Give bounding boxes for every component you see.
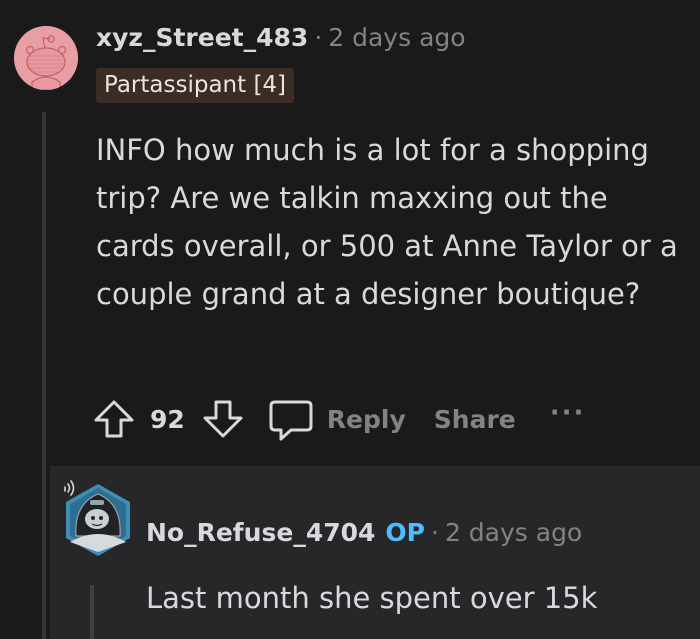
avatar[interactable] (14, 26, 78, 90)
user-flair: Partassipant [4] (96, 68, 295, 103)
vote-score: 92 (150, 404, 185, 434)
downvote-button[interactable] (201, 397, 245, 441)
timestamp[interactable]: 2 days ago (445, 518, 582, 547)
reply-button[interactable]: Reply (267, 397, 406, 441)
arrow-up-icon (94, 400, 134, 438)
snoo-avatar-icon (14, 26, 78, 90)
username-link[interactable]: No_Refuse_4704 (146, 518, 375, 547)
reply-thread-line[interactable] (90, 585, 94, 639)
timestamp[interactable]: 2 days ago (328, 23, 465, 52)
more-options-button[interactable]: ··· (550, 398, 586, 428)
upvote-button[interactable] (92, 397, 136, 441)
thread-line[interactable] (42, 112, 46, 639)
share-button[interactable]: Share (434, 405, 516, 434)
snoo-hooded-avatar-icon (64, 480, 130, 556)
reply-header: No_Refuse_4704 OP · 2 days ago (146, 514, 582, 552)
op-badge: OP (385, 518, 425, 547)
speech-bubble-icon (269, 400, 313, 441)
separator-dot: · (430, 518, 439, 547)
comment-actions: 92 Reply Share ··· (92, 395, 585, 443)
reply-label: Reply (326, 404, 406, 434)
comment-body: INFO how much is a lot for a shopping tr… (96, 133, 678, 311)
separator-dot: · (314, 23, 323, 52)
username-link[interactable]: xyz_Street_483 (96, 23, 308, 52)
reply-body: Last month she spent over 15k (146, 581, 598, 615)
comment-header: xyz_Street_483 · 2 days ago (96, 20, 466, 56)
avatar[interactable] (60, 478, 136, 558)
arrow-down-icon (203, 400, 243, 438)
